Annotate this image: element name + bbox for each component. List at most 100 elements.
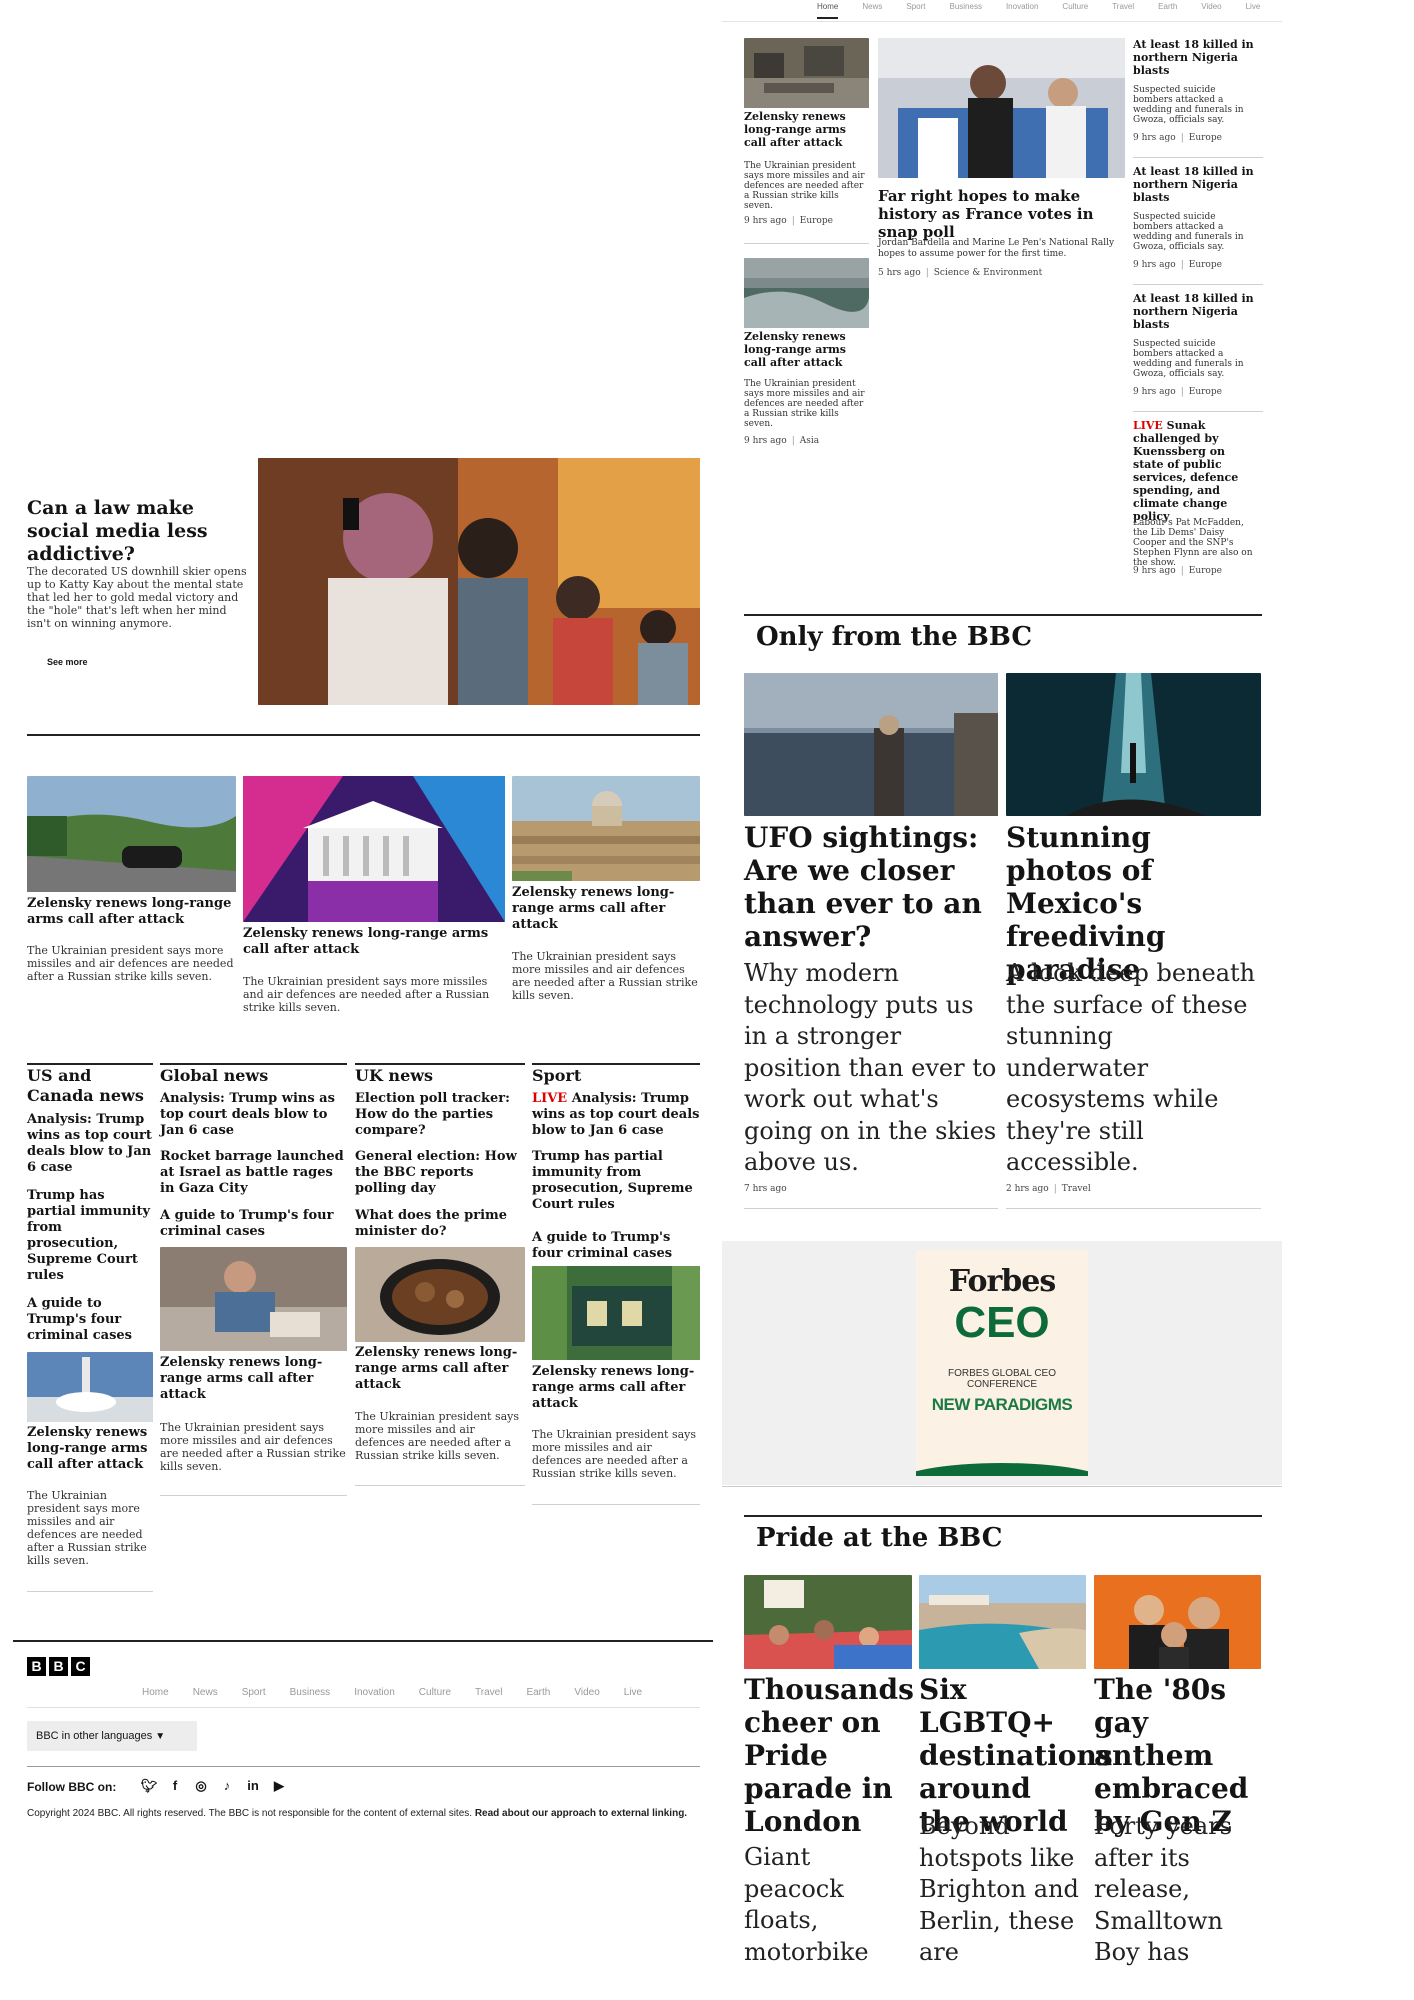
nav-innovation[interactable]: Inovation <box>1006 2 1038 11</box>
story-headline[interactable]: At least 18 killed in northern Nigeria b… <box>1133 292 1255 331</box>
promo-image[interactable] <box>1006 673 1261 816</box>
card-summary: The Ukrainian president says more missil… <box>243 975 490 1014</box>
tiktok-icon[interactable]: ♪ <box>214 1778 240 1793</box>
section-link[interactable]: What does the prime minister do? <box>355 1208 525 1240</box>
footer-nav: Home News Sport Business Inovation Culture Tra… <box>142 1687 666 1698</box>
promo-summary: Why modern technology puts us in a stron… <box>744 959 997 1176</box>
section-heading-sport[interactable]: Sport <box>532 1066 700 1086</box>
main-story-image[interactable] <box>878 38 1125 178</box>
section-card-headline[interactable]: Zelensky renews long-range arms call aft… <box>27 1425 153 1473</box>
promo-meta: 2 hrs ago | Travel <box>1006 1184 1091 1194</box>
nav-home[interactable]: Home <box>817 2 839 19</box>
section-link[interactable]: LIVE Analysis: Trump wins as top court d… <box>532 1091 700 1139</box>
feature-image[interactable] <box>258 458 700 705</box>
main-story-meta: 5 hrs ago | Science & Environment <box>878 268 1043 278</box>
nav-travel[interactable]: Travel <box>1112 2 1134 11</box>
pride-headline[interactable]: Thousands cheer on Pride parade in Londo… <box>744 1673 914 1838</box>
section-card-image[interactable] <box>532 1266 700 1360</box>
footer-nav-home[interactable]: Home <box>142 1687 169 1698</box>
card-headline[interactable]: Zelensky renews long-range arms call aft… <box>243 926 505 958</box>
live-badge: LIVE <box>532 1091 568 1106</box>
pride-image[interactable] <box>919 1575 1086 1669</box>
card-summary: The Ukrainian president says more missil… <box>512 950 698 1002</box>
section-heading-us[interactable]: US and Canada news <box>27 1066 153 1106</box>
card-headline[interactable]: Zelensky renews long-range arms call aft… <box>27 896 236 928</box>
twitter-icon[interactable]: 🐦︎ <box>136 1778 162 1794</box>
pride-image[interactable] <box>1094 1575 1261 1669</box>
promo-image[interactable] <box>744 673 998 816</box>
nav-earth[interactable]: Earth <box>1158 2 1177 11</box>
story-summary: Suspected suicide bombers attacked a wed… <box>1133 339 1244 379</box>
feature-headline[interactable]: Can a law make social media less addicti… <box>27 497 252 566</box>
story-image[interactable] <box>744 38 869 108</box>
bbc-logo[interactable]: B B C <box>27 1657 90 1676</box>
chevron-down-icon: ▼ <box>155 1731 166 1742</box>
languages-dropdown[interactable]: BBC in other languages ▼ <box>27 1721 197 1751</box>
story-headline[interactable]: At least 18 killed in northern Nigeria b… <box>1133 38 1255 77</box>
promo-summary: A look deep beneath the surface of these… <box>1006 959 1256 1176</box>
footer-nav-culture[interactable]: Culture <box>419 1687 451 1698</box>
story-headline[interactable]: At least 18 killed in northern Nigeria b… <box>1133 165 1255 204</box>
nav-culture[interactable]: Culture <box>1062 2 1088 11</box>
section-card-headline[interactable]: Zelensky renews long-range arms call aft… <box>355 1345 525 1393</box>
see-more-link[interactable]: See more <box>47 657 88 667</box>
section-heading-uk[interactable]: UK news <box>355 1066 525 1086</box>
nav-video[interactable]: Video <box>1201 2 1221 11</box>
section-heading-pride[interactable]: Pride at the BBC <box>756 1523 1002 1553</box>
section-card-image[interactable] <box>160 1247 347 1351</box>
footer-nav-innovation[interactable]: Inovation <box>354 1687 395 1698</box>
story-summary: Suspected suicide bombers attacked a wed… <box>1133 85 1244 125</box>
story-summary: The Ukrainian president says more missil… <box>744 161 865 211</box>
card-image[interactable] <box>243 776 505 922</box>
story-image[interactable] <box>744 258 869 328</box>
live-story-headline[interactable]: LIVE Sunak challenged by Kuenssberg on s… <box>1133 419 1259 523</box>
promo-headline[interactable]: UFO sightings: Are we closer than ever t… <box>744 821 998 953</box>
section-link[interactable]: A guide to Trump's four criminal cases <box>27 1296 153 1344</box>
section-link[interactable]: Trump has partial immunity from prosecut… <box>27 1188 153 1284</box>
ad-swoosh <box>916 1463 1088 1476</box>
facebook-icon[interactable]: f <box>162 1778 188 1793</box>
section-card-summary: The Ukrainian president says more missil… <box>355 1410 520 1462</box>
section-link[interactable]: Analysis: Trump wins as top court deals … <box>160 1091 347 1139</box>
section-card-headline[interactable]: Zelensky renews long-range arms call aft… <box>160 1355 347 1403</box>
card-image[interactable] <box>27 776 236 892</box>
nav-news[interactable]: News <box>862 2 882 11</box>
footer-nav-sport[interactable]: Sport <box>242 1687 266 1698</box>
instagram-icon[interactable]: ◎ <box>188 1778 214 1794</box>
nav-sport[interactable]: Sport <box>906 2 925 11</box>
pride-image[interactable] <box>744 1575 912 1669</box>
footer-nav-business[interactable]: Business <box>290 1687 331 1698</box>
section-link[interactable]: General election: How the BBC reports po… <box>355 1149 525 1197</box>
section-heading-only-bbc[interactable]: Only from the BBC <box>756 622 1032 652</box>
nav-live[interactable]: Live <box>1246 2 1261 11</box>
section-card-image[interactable] <box>27 1352 153 1422</box>
footer-nav-live[interactable]: Live <box>624 1687 642 1698</box>
story-headline[interactable]: Zelensky renews long-range arms call aft… <box>744 330 869 369</box>
story-headline[interactable]: Zelensky renews long-range arms call aft… <box>744 110 869 149</box>
footer-nav-video[interactable]: Video <box>574 1687 599 1698</box>
section-link[interactable]: Election poll tracker: How do the partie… <box>355 1091 525 1139</box>
story-meta: 9 hrs ago | Europe <box>1133 260 1222 270</box>
footer-nav-earth[interactable]: Earth <box>526 1687 550 1698</box>
youtube-icon[interactable]: ▶ <box>266 1778 292 1794</box>
card-headline[interactable]: Zelensky renews long-range arms call aft… <box>512 885 700 933</box>
section-link[interactable]: A guide to Trump's four criminal cases <box>160 1208 347 1240</box>
pride-summary: Forty years after its release, Smalltown… <box>1094 1812 1232 1966</box>
promo-meta: 7 hrs ago <box>744 1184 787 1194</box>
forbes-ad[interactable]: Forbes CEO FORBES GLOBAL CEO CONFERENCE … <box>916 1250 1088 1476</box>
section-link[interactable]: Rocket barrage launched at Israel as bat… <box>160 1149 347 1197</box>
external-linking-link[interactable]: Read about our approach to external link… <box>475 1808 687 1819</box>
footer-nav-travel[interactable]: Travel <box>475 1687 502 1698</box>
section-link[interactable]: A guide to Trump's four criminal cases <box>532 1230 700 1262</box>
section-heading-global[interactable]: Global news <box>160 1066 347 1086</box>
linkedin-icon[interactable]: in <box>240 1778 266 1793</box>
nav-business[interactable]: Business <box>949 2 981 11</box>
section-link[interactable]: Trump has partial immunity from prosecut… <box>532 1149 700 1213</box>
section-link[interactable]: Analysis: Trump wins as top court deals … <box>27 1112 153 1176</box>
footer-nav-news[interactable]: News <box>193 1687 218 1698</box>
main-story-headline[interactable]: Far right hopes to make history as Franc… <box>878 187 1128 241</box>
story-meta: 9 hrs ago | Asia <box>744 436 820 446</box>
section-card-image[interactable] <box>355 1247 525 1342</box>
card-image[interactable] <box>512 776 700 881</box>
section-card-headline[interactable]: Zelensky renews long-range arms call aft… <box>532 1364 700 1412</box>
